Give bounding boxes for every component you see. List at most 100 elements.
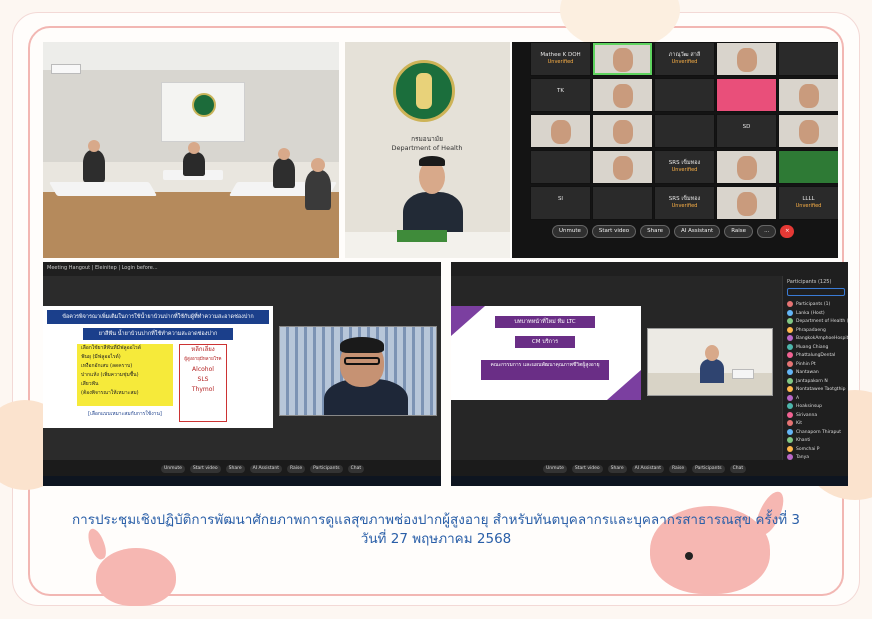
meeting-toolbar: Unmute Start video Share AI Assistant Raise P… <box>43 460 441 486</box>
zoom-control-button[interactable]: Start video <box>591 225 637 238</box>
active-speaker-highlight <box>593 43 652 75</box>
verification-status: Unverified <box>795 203 822 210</box>
slide-title: ข้อควรพิจารณาเพิ่มเติมในการใช้น้ำยาบ้วนป… <box>47 310 269 324</box>
org-thai: กรมอนามัย <box>411 135 443 143</box>
participant-tile[interactable] <box>530 150 591 184</box>
zoom-control-button[interactable]: ... <box>757 225 777 238</box>
participant-tile[interactable] <box>716 78 777 112</box>
participant-tile[interactable] <box>778 114 838 148</box>
participant-name: SRS เข็มทอง Unverified <box>655 196 714 210</box>
red-item: Alcohol <box>192 366 214 373</box>
toolbar-button[interactable]: Unmute <box>161 465 185 473</box>
verification-status: Unverified <box>671 203 698 210</box>
participant-tile[interactable] <box>592 78 653 112</box>
glasses <box>344 357 380 365</box>
avatar <box>787 403 793 409</box>
avatar <box>787 301 793 307</box>
participant-tile[interactable] <box>592 114 653 148</box>
zoom-control-button[interactable]: × <box>780 225 795 238</box>
participant-tile[interactable]: LLLL Unverified <box>778 186 838 220</box>
yellow-item: เหงือกอักเสบ (ลดคราบ) <box>81 363 133 369</box>
toolbar-button[interactable]: Share <box>225 465 245 473</box>
red-item: หลีกเลี่ยง <box>191 346 215 353</box>
caption-date: วันที่ 27 พฤษภาคม 2568 <box>360 531 512 547</box>
participant-face <box>613 84 633 108</box>
yellow-item: เลือกใช้ยาสีฟันที่มีฟลูออไรด์ <box>81 345 142 351</box>
toolbar-button[interactable]: Start video <box>571 465 603 473</box>
participant-initials: TK <box>557 88 564 94</box>
avatar <box>787 343 793 350</box>
participant-tile[interactable] <box>716 42 777 76</box>
avatar <box>787 428 793 435</box>
toolbar-button[interactable]: AI Assistant <box>631 465 664 473</box>
toolbar-button[interactable]: Share <box>607 465 627 473</box>
avatar <box>787 411 793 418</box>
participant-tile[interactable]: SD <box>716 114 777 148</box>
participant-tile[interactable] <box>778 42 838 76</box>
participant-tile[interactable] <box>778 150 838 184</box>
verification-status: Unverified <box>547 59 574 66</box>
caption-title: การประชุมเชิงปฏิบัติการพัฒนาศักยภาพการดู… <box>71 512 801 528</box>
zoom-control-bar: Unmute Start video Share AI Assistant Raise.… <box>552 225 795 239</box>
participants-panel[interactable]: Participants (125) Participants (1) Lanka… <box>782 276 848 462</box>
participant-tile[interactable] <box>716 150 777 184</box>
toolbar-button[interactable]: AI Assistant <box>249 465 282 473</box>
participant-tile[interactable] <box>530 114 591 148</box>
yellow-item: ฟันผุ (มีฟลูออไรด์) <box>81 354 121 360</box>
zoom-control-button[interactable]: AI Assistant <box>674 225 721 238</box>
participant-tile[interactable] <box>716 186 777 220</box>
participant-tile[interactable] <box>592 150 653 184</box>
red-box: หลีกเลี่ยง ผู้สูงอายุมีหลายโรค Alcohol S… <box>179 344 227 422</box>
participant-tile[interactable]: ภาณุวัฒ สาลี Unverified <box>654 42 715 76</box>
participant-tile[interactable] <box>654 114 715 148</box>
zoom-control-button[interactable]: Unmute <box>552 225 588 238</box>
toolbar-button[interactable]: Chat <box>729 465 747 473</box>
shared-slide: ข้อควรพิจารณาเพิ่มเติมในการใช้น้ำยาบ้วนป… <box>43 306 273 428</box>
department-label: กรมอนามัย Department of Health <box>375 134 479 152</box>
bunny-eye <box>685 552 693 560</box>
toolbar-button[interactable]: Start video <box>189 465 221 473</box>
toolbar-button[interactable]: Raise <box>286 465 306 473</box>
ribbon-cm: CM บริการ <box>515 336 575 348</box>
participant-face <box>799 84 819 108</box>
toolbar-button[interactable]: Raise <box>668 465 688 473</box>
yellow-item: ปากแห้ง (เพิ่มความชุ่มชื้น) <box>81 372 139 378</box>
participant-tile[interactable]: Mathee K DOH Unverified <box>530 42 591 76</box>
participants-title: Participants (125) <box>787 279 832 285</box>
participant-tile[interactable]: TK <box>530 78 591 112</box>
meeting-room-photo <box>43 42 339 258</box>
avatar <box>787 326 793 333</box>
red-item: ผู้สูงอายุมีหลายโรค <box>184 357 222 362</box>
toolbar-button[interactable]: Chat <box>347 465 365 473</box>
participant-tile[interactable]: SRS เข็มทอง Unverified <box>654 186 715 220</box>
avatar <box>787 335 793 341</box>
org-en: Department of Health <box>391 144 463 152</box>
zoom-control-button[interactable]: Raise <box>724 225 754 238</box>
participant-tile[interactable]: SRS เข็มทอง Unverified <box>654 150 715 184</box>
participant-tile[interactable] <box>654 78 715 112</box>
participant-face <box>613 156 633 180</box>
participant-tile[interactable]: SI <box>530 186 591 220</box>
projector-screen <box>161 82 245 142</box>
participant-tile[interactable] <box>592 186 653 220</box>
participant-name: ภาณุวัฒ สาลี Unverified <box>655 52 714 66</box>
air-conditioner <box>51 64 81 74</box>
avatar <box>787 309 793 316</box>
official-photo: กรมอนามัย Department of Health <box>345 42 510 258</box>
avatar <box>787 352 793 358</box>
toolbar-button[interactable]: Participants <box>692 465 725 473</box>
participant-name: SRS เข็มทอง Unverified <box>655 160 714 174</box>
slide-subtitle: ยาสีฟัน น้ำยาบ้วนปากที่ใช้ทำความสะอาดช่อ… <box>83 328 233 340</box>
participant-tile[interactable] <box>778 78 838 112</box>
speaker-video <box>279 326 437 416</box>
participant-face <box>737 192 757 216</box>
avatar <box>787 360 793 367</box>
avatar <box>787 369 793 375</box>
toolbar-button[interactable]: Unmute <box>543 465 567 473</box>
participant-tile[interactable] <box>592 42 653 76</box>
zoom-control-button[interactable]: Share <box>640 225 670 238</box>
verification-status: Unverified <box>671 167 698 174</box>
toolbar-button[interactable]: Participants <box>310 465 343 473</box>
participants-search[interactable] <box>787 288 845 296</box>
meeting-toolbar: Unmute Start video Share AI Assistant Raise P… <box>451 460 848 486</box>
